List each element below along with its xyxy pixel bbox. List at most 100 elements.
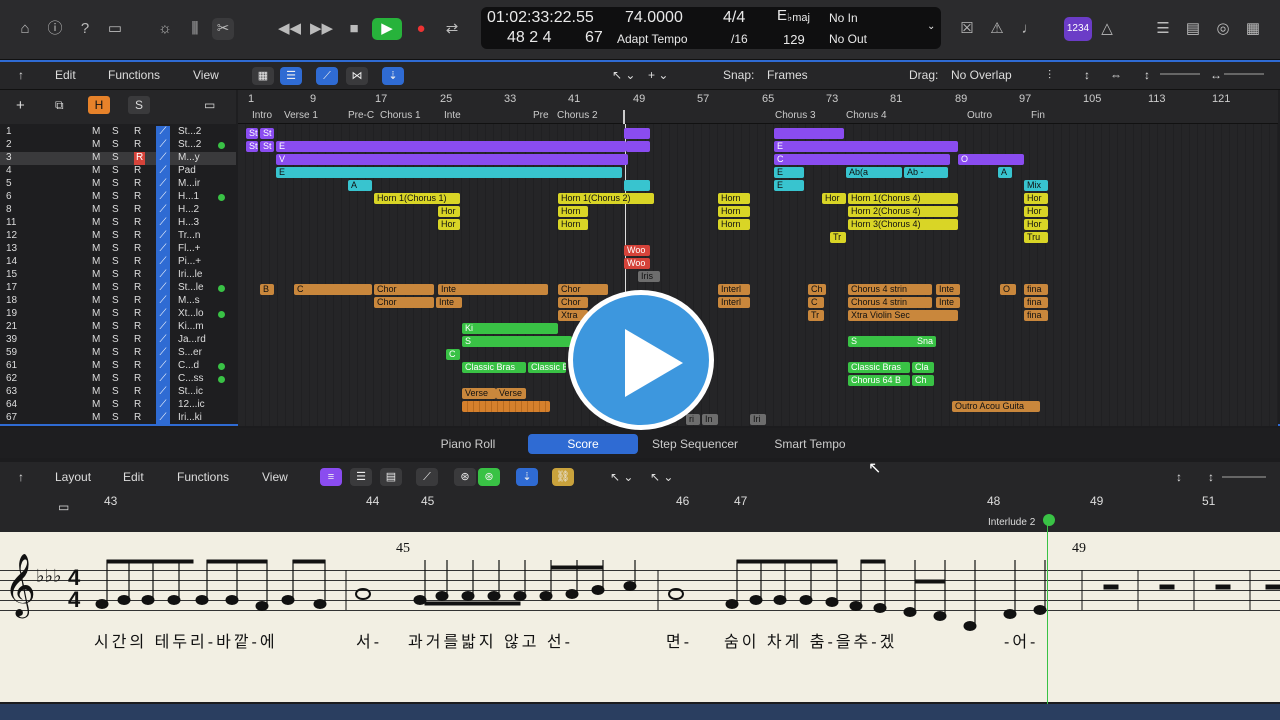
region[interactable]: Ch: [808, 284, 826, 295]
note-head[interactable]: [773, 595, 787, 605]
layout-menu[interactable]: Layout: [55, 470, 91, 484]
record-enable-button[interactable]: R: [134, 152, 146, 165]
region[interactable]: Ab -: [904, 167, 948, 178]
lyric[interactable]: -어-: [1004, 628, 1038, 652]
hzoom-icon[interactable]: ↔: [1210, 68, 1222, 82]
mute-button[interactable]: M: [92, 178, 100, 191]
track-header[interactable]: 14 M S R ⟋ Pi...+: [0, 256, 236, 269]
mute-button[interactable]: M: [92, 386, 100, 399]
region[interactable]: Ki: [462, 323, 558, 334]
region[interactable]: Classic Bras: [528, 362, 566, 373]
pointer-tool-icon[interactable]: ↖ ⌄: [612, 68, 635, 82]
track-name[interactable]: Tr...n: [178, 230, 200, 243]
note-head[interactable]: [487, 591, 501, 601]
region[interactable]: [624, 128, 650, 139]
note-head[interactable]: [903, 607, 917, 617]
scissors-icon[interactable]: ✂: [212, 18, 234, 40]
solo-button[interactable]: S: [112, 191, 119, 204]
track-name[interactable]: St...le: [178, 282, 204, 295]
region[interactable]: Horn: [718, 206, 750, 217]
waveform-icon[interactable]: ⫶: [1048, 68, 1051, 83]
note-head[interactable]: [963, 621, 977, 631]
note-head[interactable]: [1033, 605, 1047, 615]
track-name[interactable]: Pad: [178, 165, 196, 178]
note-head[interactable]: [117, 595, 131, 605]
note-head[interactable]: [435, 591, 449, 601]
region[interactable]: V: [276, 154, 628, 165]
record-enable-button[interactable]: R: [134, 412, 141, 425]
region[interactable]: Tr: [830, 232, 846, 243]
flex-icon[interactable]: ⋈: [346, 67, 368, 85]
midi-in-icon[interactable]: ⊛: [454, 468, 476, 486]
track-name[interactable]: St...2: [178, 126, 201, 139]
automation-icon[interactable]: ⟋: [156, 243, 170, 256]
region[interactable]: E: [276, 141, 626, 152]
track-header[interactable]: 13 M S R ⟋ Fl...+: [0, 243, 236, 256]
forward-icon[interactable]: ▶▶: [310, 18, 333, 40]
midi-out-icon[interactable]: ⊛: [478, 468, 500, 486]
record-enable-button[interactable]: R: [134, 217, 141, 230]
note-head[interactable]: [565, 589, 579, 599]
track-name[interactable]: C...d: [178, 360, 199, 373]
mute-button[interactable]: M: [92, 126, 100, 139]
region[interactable]: Inte: [936, 284, 960, 295]
solo-button[interactable]: S: [112, 217, 119, 230]
list-view-icon[interactable]: ☰: [280, 67, 302, 85]
library-icon[interactable]: ⌂: [14, 18, 36, 40]
snap-select[interactable]: Frames: [767, 68, 808, 82]
tab-step-sequencer[interactable]: Step Sequencer: [644, 434, 746, 454]
region[interactable]: Horn: [558, 219, 588, 230]
automation-icon[interactable]: ⟋: [156, 256, 170, 269]
stop-icon[interactable]: ■: [343, 18, 365, 40]
record-enable-button[interactable]: R: [134, 321, 141, 334]
cycle-icon[interactable]: ⇄: [441, 18, 463, 40]
track-header[interactable]: 17 M S R ⟋ St...le: [0, 282, 236, 295]
browser-icon[interactable]: ▦: [1242, 18, 1264, 40]
region[interactable]: C: [294, 284, 372, 295]
region[interactable]: Inte: [436, 297, 462, 308]
track-header[interactable]: 3 M S R ⟋ M...y: [0, 152, 236, 165]
toolbar-icon[interactable]: ▭: [104, 18, 126, 40]
track-header[interactable]: 2 M S R ⟋ St...2: [0, 139, 236, 152]
mute-button[interactable]: M: [92, 321, 100, 334]
solo-button[interactable]: S: [112, 412, 119, 425]
automation-icon[interactable]: ⟋: [316, 67, 338, 85]
marker[interactable]: Inte: [444, 110, 461, 121]
marker[interactable]: Fin: [1031, 110, 1045, 121]
region[interactable]: fina: [1024, 284, 1048, 295]
automation-icon[interactable]: ⟋: [156, 386, 170, 399]
record-enable-button[interactable]: R: [134, 360, 141, 373]
marker[interactable]: Outro: [967, 110, 992, 121]
back-icon[interactable]: ↑: [18, 470, 24, 484]
mute-button[interactable]: M: [92, 295, 100, 308]
automation-icon[interactable]: ⟋: [156, 412, 170, 425]
region[interactable]: Chor: [558, 284, 608, 295]
filter-icon[interactable]: ≡: [320, 468, 342, 486]
solo-button[interactable]: S: [112, 165, 119, 178]
region[interactable]: E: [774, 167, 804, 178]
note-head[interactable]: [281, 595, 295, 605]
pointer-tool-icon[interactable]: ↖ ⌄: [610, 470, 633, 484]
track-name[interactable]: C...ss: [178, 373, 204, 386]
grid-icon[interactable]: ▦: [252, 67, 274, 85]
edit-menu[interactable]: Edit: [55, 68, 76, 82]
region[interactable]: A: [348, 180, 372, 191]
view-menu[interactable]: View: [262, 470, 288, 484]
region[interactable]: Horn 1(Chorus 2): [558, 193, 654, 204]
track-header[interactable]: 18 M S R ⟋ M...s: [0, 295, 236, 308]
horizontal-fit-icon[interactable]: ⇔: [1110, 68, 1122, 82]
tab-piano-roll[interactable]: Piano Roll: [418, 434, 518, 454]
track-name[interactable]: M...ir: [178, 178, 200, 191]
note-head[interactable]: [95, 599, 109, 609]
zoom-icon[interactable]: ↕: [1144, 68, 1150, 82]
region[interactable]: Verse: [462, 388, 496, 399]
track-header[interactable]: 6 M S R ⟋ H...1: [0, 191, 236, 204]
note-head[interactable]: [513, 591, 527, 601]
track-header[interactable]: 19 M S R ⟋ Xt...lo: [0, 308, 236, 321]
global-tracks-icon[interactable]: ▭: [204, 98, 215, 112]
automation-icon[interactable]: ⟋: [156, 373, 170, 386]
list-icon[interactable]: ☰: [1152, 18, 1174, 40]
automation-icon[interactable]: ⟋: [156, 165, 170, 178]
note-head[interactable]: [725, 599, 739, 609]
solo-button[interactable]: S: [112, 386, 119, 399]
